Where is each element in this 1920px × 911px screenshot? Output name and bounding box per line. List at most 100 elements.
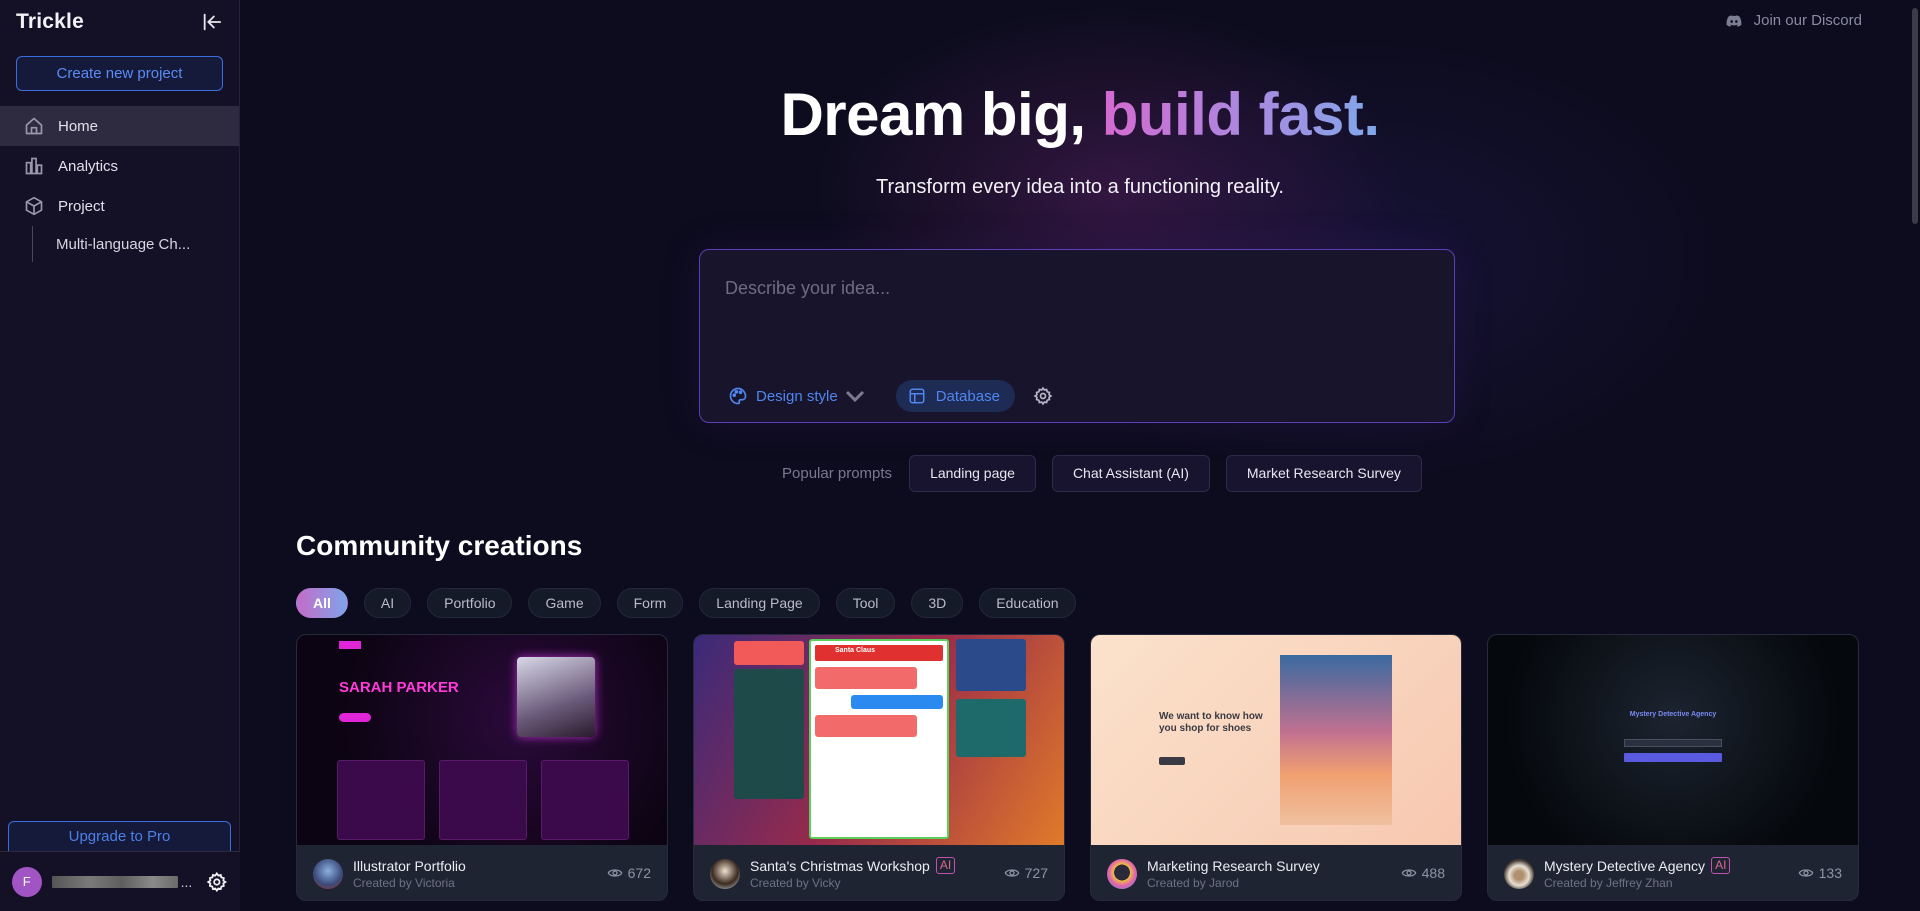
preview-message (815, 667, 917, 689)
logo: Trickle (16, 10, 84, 33)
design-style-dropdown[interactable]: Design style (728, 380, 873, 412)
design-style-label: Design style (756, 387, 838, 405)
preview-tile (541, 760, 629, 840)
upgrade-button[interactable]: Upgrade to Pro (8, 821, 231, 851)
project-card[interactable]: Santa Claus Santa's Christmas Workshop AI… (693, 634, 1065, 901)
category-filters: All AI Portfolio Game Form Landing Page … (296, 588, 1092, 618)
idea-input[interactable] (725, 268, 1425, 308)
sidebar-item-label: Project (58, 197, 105, 215)
eye-icon (607, 869, 623, 877)
filter-ai[interactable]: AI (363, 588, 412, 618)
card-thumbnail: We want to know how you shop for shoes (1091, 635, 1461, 845)
view-count: 133 (1798, 865, 1842, 881)
project-card[interactable]: We want to know how you shop for shoes M… (1090, 634, 1462, 901)
card-title: Mystery Detective Agency (1544, 857, 1706, 874)
card-footer: Marketing Research Survey Created by Jar… (1091, 845, 1461, 900)
preview-button (339, 713, 371, 722)
prompt-toolbar: Design style Database (728, 380, 1053, 412)
preview-wishlist (734, 669, 804, 799)
card-footer: Santa's Christmas Workshop AI Created by … (694, 845, 1064, 900)
card-creator: Created by Victoria (353, 875, 455, 890)
filter-portfolio[interactable]: Portfolio (427, 588, 513, 618)
filter-landing-page[interactable]: Landing Page (699, 588, 820, 618)
eye-icon (1401, 869, 1417, 877)
prompt-chip-landing-page[interactable]: Landing page (909, 455, 1036, 492)
sidebar-subitem-project[interactable]: Multi-language Ch... (32, 226, 212, 262)
view-count: 672 (607, 865, 651, 881)
ai-badge: AI (1711, 857, 1731, 874)
preview-stats (956, 639, 1026, 691)
app-root: Trickle Create new project Home Analytic… (0, 0, 1920, 911)
user-name-ellipsis: ... (180, 873, 193, 890)
hero-title: Dream big, build fast. (240, 80, 1920, 149)
card-title: Santa's Christmas Workshop (750, 857, 930, 874)
community-cards: SARAH PARKER Illustrator Portfolio Creat… (296, 634, 1884, 901)
card-footer: Mystery Detective Agency AI Created by Je… (1488, 845, 1858, 900)
prompt-chip-chat-assistant[interactable]: Chat Assistant (AI) (1051, 455, 1210, 492)
card-thumbnail: SARAH PARKER (297, 635, 667, 845)
community-title: Community creations (296, 530, 583, 561)
card-title: Illustrator Portfolio (353, 857, 466, 874)
preview-input (1624, 739, 1722, 747)
view-count: 488 (1401, 865, 1445, 881)
filter-all[interactable]: All (296, 588, 348, 618)
preview-heading: Mystery Detective Agency (1629, 711, 1717, 718)
preview-button (1624, 753, 1722, 762)
preview-heading: Santa Claus (815, 645, 943, 661)
database-toggle[interactable]: Database (895, 380, 1015, 412)
preview-message (851, 695, 943, 709)
palette-icon (729, 387, 747, 405)
creator-avatar (710, 858, 740, 889)
sidebar-item-project[interactable]: Project (0, 186, 239, 226)
card-footer: Illustrator Portfolio Created by Victori… (297, 845, 667, 900)
collapse-sidebar-icon[interactable] (201, 11, 223, 33)
user-footer: F ... (0, 851, 240, 911)
filter-3d[interactable]: 3D (911, 588, 964, 618)
creator-avatar (313, 858, 343, 889)
user-name-redacted (51, 875, 178, 888)
home-icon (25, 117, 43, 135)
chevron-down-icon (845, 390, 864, 403)
card-thumbnail: Mystery Detective Agency (1488, 635, 1858, 845)
creator-avatar (1504, 858, 1534, 889)
preview-chat: Santa Claus (809, 639, 949, 839)
view-count-value: 672 (627, 865, 651, 881)
database-table-icon (909, 388, 925, 404)
ai-badge: AI (935, 857, 956, 874)
hero-title-gradient: build fast. (1101, 81, 1380, 148)
settings-gear-icon[interactable] (206, 871, 228, 893)
discord-link[interactable]: Join our Discord (1726, 12, 1862, 29)
discord-icon (1726, 14, 1742, 27)
preview-tile (337, 760, 425, 840)
eye-icon (1798, 869, 1814, 877)
preview-countdown (734, 641, 804, 665)
creator-avatar (1107, 858, 1137, 889)
prompt-settings-icon[interactable] (1033, 386, 1053, 406)
create-project-button[interactable]: Create new project (16, 56, 223, 91)
eye-icon (1004, 869, 1020, 877)
sidebar-item-home[interactable]: Home (0, 106, 239, 146)
preview-message (815, 715, 917, 737)
sidebar-header: Trickle (0, 0, 239, 44)
view-count-value: 727 (1024, 865, 1048, 881)
cube-icon (25, 196, 43, 216)
bar-chart-icon (25, 157, 43, 175)
preview-portrait (517, 657, 595, 737)
prompt-chip-market-research[interactable]: Market Research Survey (1225, 455, 1422, 492)
filter-game[interactable]: Game (528, 588, 601, 618)
preview-tracker (956, 699, 1026, 757)
preview-logo (339, 641, 361, 649)
sidebar-item-analytics[interactable]: Analytics (0, 146, 239, 186)
popular-prompts: Popular prompts Landing page Chat Assist… (782, 455, 1438, 492)
card-creator: Created by Vicky (750, 876, 841, 890)
main-content: Join our Discord Dream big, build fast. … (240, 0, 1920, 911)
user-avatar[interactable]: F (12, 866, 42, 897)
view-count-value: 133 (1818, 865, 1842, 881)
project-card[interactable]: Mystery Detective Agency Mystery Detecti… (1487, 634, 1859, 901)
card-title: Marketing Research Survey (1147, 857, 1320, 874)
project-card[interactable]: SARAH PARKER Illustrator Portfolio Creat… (296, 634, 668, 901)
preview-tile (439, 760, 527, 840)
filter-form[interactable]: Form (616, 588, 684, 618)
filter-education[interactable]: Education (979, 588, 1076, 618)
filter-tool[interactable]: Tool (835, 588, 896, 618)
